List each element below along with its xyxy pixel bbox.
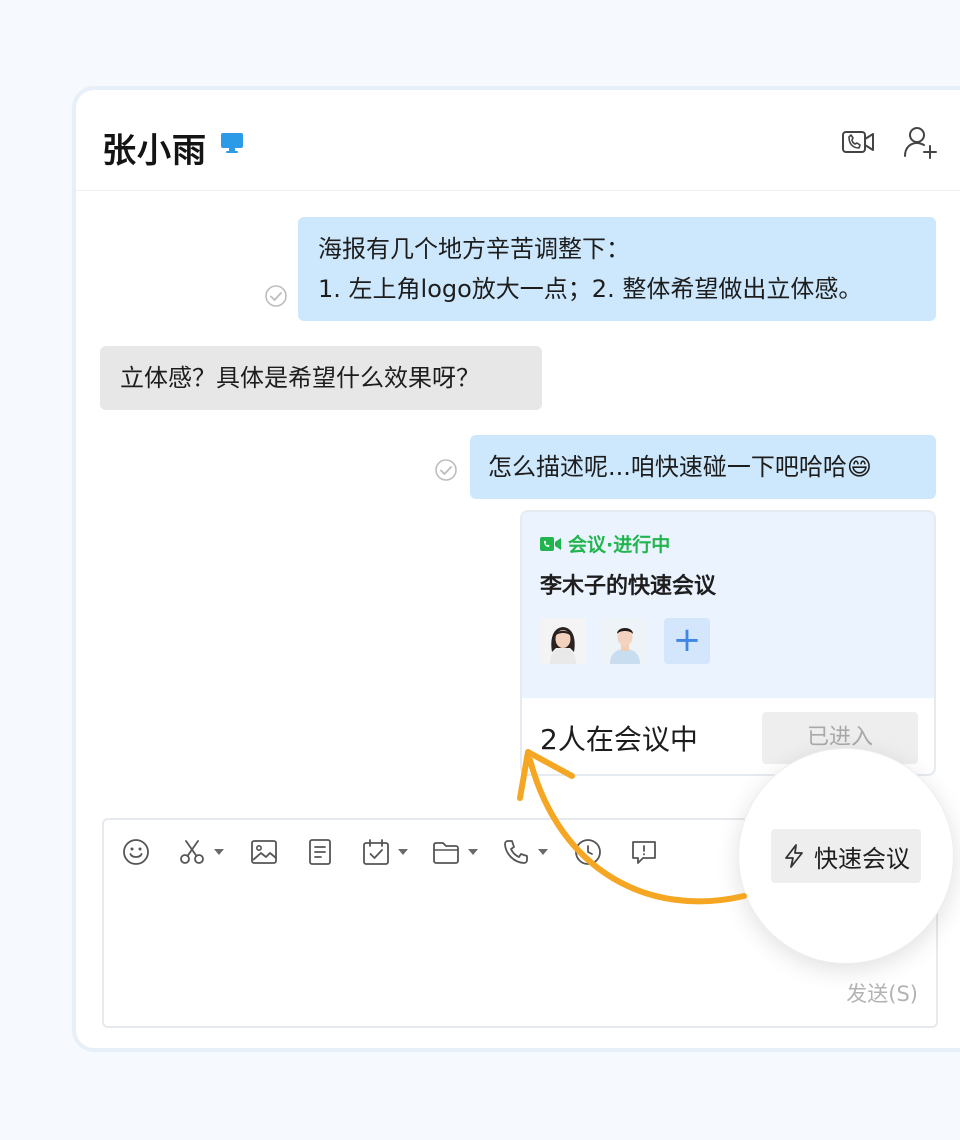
image-button[interactable] [250,836,278,868]
add-user-icon[interactable] [902,124,938,160]
message-line: 怎么描述呢...咱快速碰一下吧哈哈😄 [488,453,872,481]
quick-meeting-button[interactable]: 快速会议 [771,829,921,883]
message-line: 1. 左上角logo放大一点；2. 整体希望做出立体感。 [318,275,863,303]
call-button[interactable] [502,836,548,868]
read-check-icon [435,459,457,481]
zoom-callout: 快速会议 [738,748,954,964]
emoji-button[interactable] [122,836,150,868]
avatar [602,618,648,664]
participant-count: 2人在会议中 [540,723,698,756]
screenshot-button[interactable] [178,836,224,868]
folder-button[interactable] [432,836,478,868]
chevron-down-icon [538,849,548,855]
meeting-card[interactable]: 会议·进行中 李木子的快速会议 + 2人在会议中 已进入 [520,510,936,776]
chevron-down-icon [468,849,478,855]
message-bubble-outgoing: 海报有几个地方辛苦调整下： 1. 左上角logo放大一点；2. 整体希望做出立体… [298,217,936,321]
stage: 张小雨 海报有几个地方辛苦调整下： 1. 左上角logo放大一点；2. 整体希望… [0,0,960,1140]
avatar [540,618,586,664]
image-icon [251,840,277,864]
contact-name: 张小雨 [102,131,207,171]
meeting-status-text: 会议·进行中 [568,534,671,556]
calendar-check-icon [363,839,389,865]
document-icon [309,839,331,865]
schedule-button[interactable] [362,836,408,868]
meeting-title: 李木子的快速会议 [540,574,717,599]
video-call-icon[interactable] [840,124,876,160]
scissors-icon [180,840,204,864]
message-line: 海报有几个地方辛苦调整下： [318,235,630,263]
phone-icon [504,840,528,864]
read-check-icon [265,285,287,307]
quick-meeting-label: 快速会议 [814,844,910,873]
add-participant-button[interactable]: + [664,618,710,664]
history-button[interactable] [574,836,602,868]
send-button[interactable]: 发送(S) [846,978,918,1008]
chevron-down-icon [398,849,408,855]
message-bubble-incoming: 立体感？具体是希望什么效果呀？ [100,346,542,410]
monitor-icon [221,133,243,153]
meeting-card-header: 会议·进行中 李木子的快速会议 + [522,512,934,698]
feedback-button[interactable] [630,836,658,868]
message-bubble-outgoing: 怎么描述呢...咱快速碰一下吧哈哈😄 [470,435,936,499]
video-camera-icon [540,536,561,551]
chat-header: 张小雨 [76,90,960,191]
clock-icon [575,839,601,865]
chevron-down-icon [214,849,224,855]
meeting-status: 会议·进行中 [540,530,670,557]
folder-icon [433,842,459,864]
emoji-icon [123,839,149,865]
feedback-icon [632,841,656,864]
message-line: 立体感？具体是希望什么效果呀？ [120,364,480,392]
document-button[interactable] [306,836,334,868]
lightning-icon [785,844,803,868]
